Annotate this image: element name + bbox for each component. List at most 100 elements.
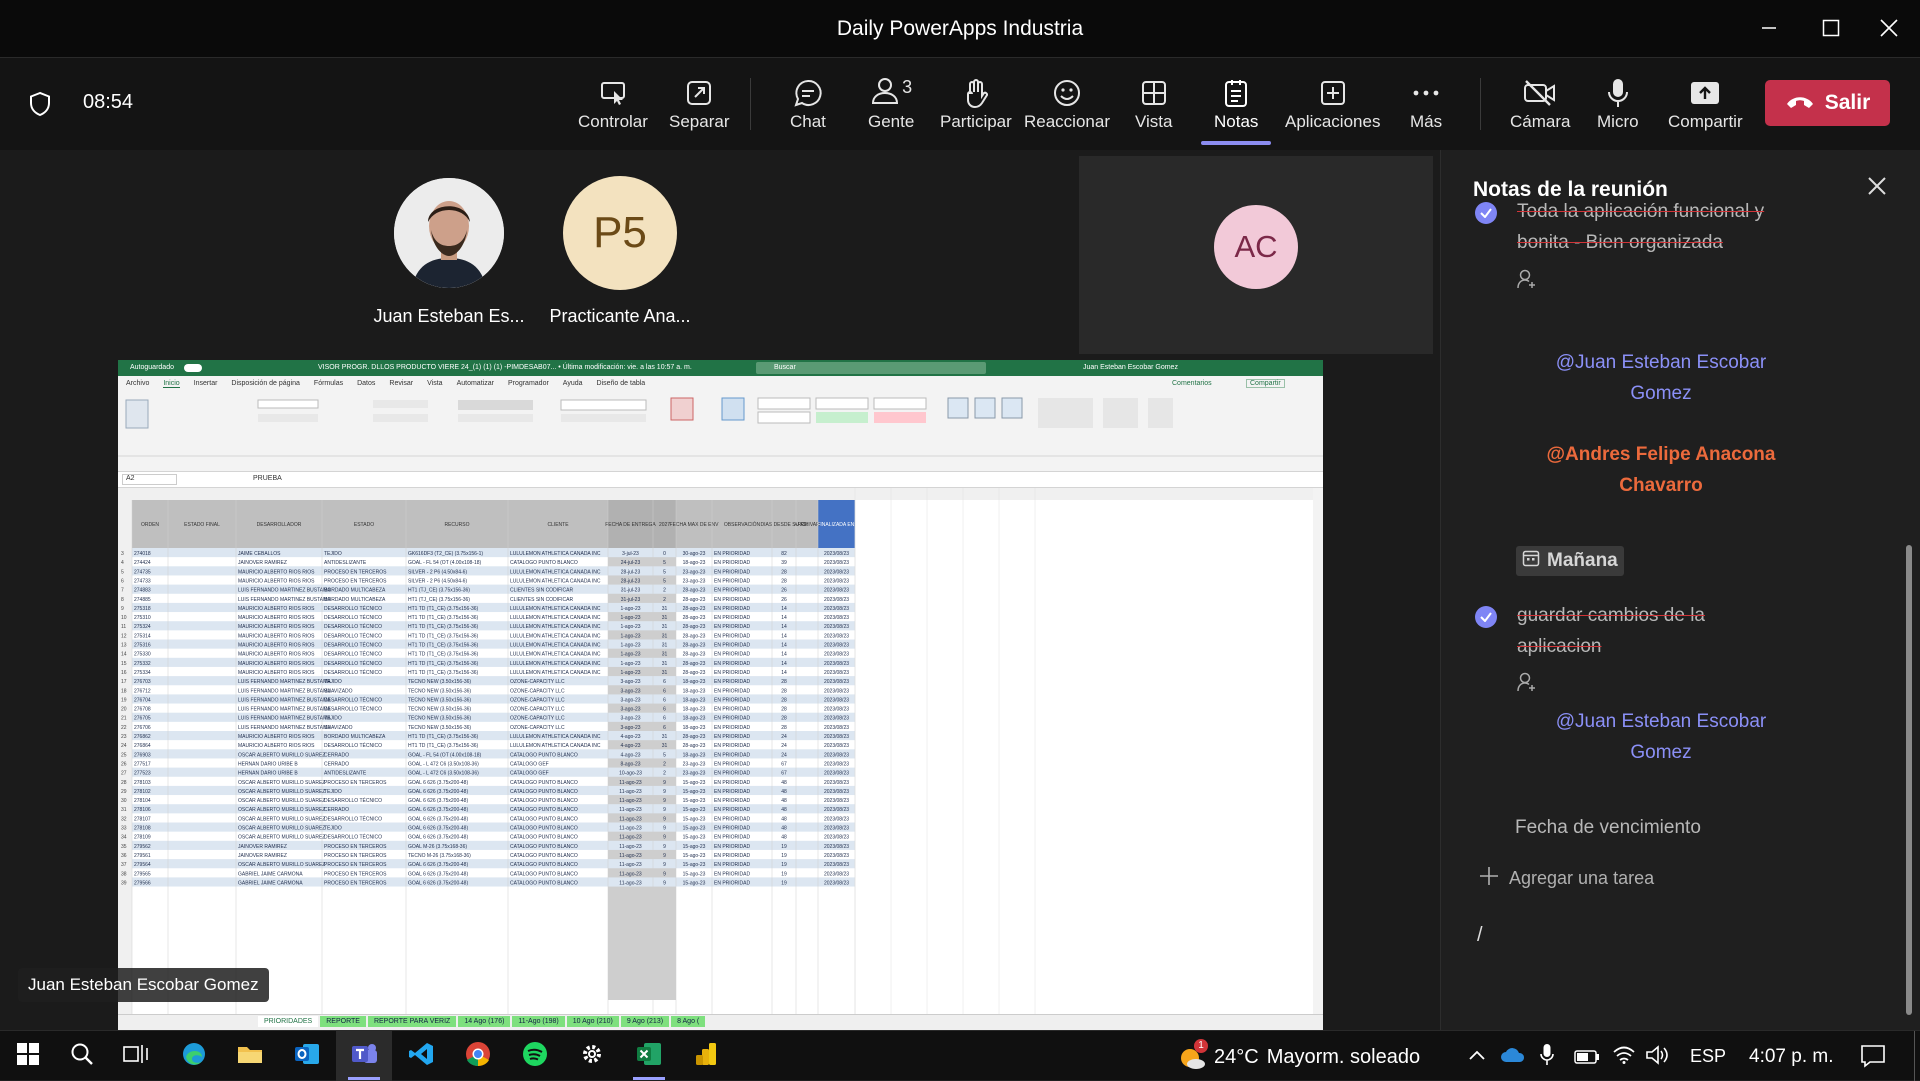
sheet-tab[interactable]: 10 Ago (210) (566, 1016, 619, 1027)
table-cell: LULULEMON ATHLETICA CANADA INC (510, 643, 601, 649)
control-button[interactable]: Controlar (578, 74, 648, 138)
excel-menu-item[interactable]: Programador (508, 380, 549, 388)
table-cell: 31 (662, 652, 668, 658)
due-date-chip[interactable]: Mañana (1516, 546, 1624, 576)
leave-button[interactable]: Salir (1765, 80, 1890, 126)
settings-app[interactable] (564, 1031, 620, 1081)
excel-menu-item[interactable]: Revisar (389, 380, 413, 388)
onedrive-icon[interactable] (1500, 1047, 1526, 1068)
start-button[interactable] (0, 1031, 56, 1081)
table-cell: GOAL - FL 54 (OT (4.00x108-18) (408, 752, 482, 758)
add-task-button[interactable]: Agregar una tarea (1479, 866, 1654, 891)
excel-menu-item[interactable]: Automatizar (457, 380, 494, 388)
sheet-tab[interactable]: 11-Ago (198) (512, 1016, 565, 1027)
participant-tile-ac[interactable]: AC (1079, 156, 1433, 354)
sheet-tab[interactable]: 14 Ago (176) (458, 1016, 511, 1027)
presenter-name-label: Juan Esteban Escobar Gomez (18, 968, 269, 1002)
table-cell: GOAL - FL 54 (OT (4.00x108-18) (408, 560, 482, 566)
maximize-button[interactable] (1808, 8, 1854, 48)
excel-app[interactable] (621, 1031, 677, 1081)
task-checked-icon[interactable] (1475, 606, 1497, 628)
weather-widget[interactable]: 1 24°C Mayorm. soleado (1178, 1039, 1420, 1071)
name-box[interactable]: A2 (122, 474, 177, 485)
mention-link[interactable]: @Juan Esteban Escobar Gomez (1541, 706, 1781, 768)
table-cell: ANTIDESLIZANTE (324, 560, 367, 566)
excel-sheet[interactable]: ORDEN ESTADO FINAL DESARROLLADOR ESTADO RECU… (118, 488, 1323, 1015)
share-button[interactable]: Compartir (1668, 74, 1743, 138)
language-indicator[interactable]: ESP (1690, 1046, 1726, 1067)
table-cell: 277517 (134, 761, 151, 767)
excel-menu-item[interactable]: Archivo (126, 380, 149, 388)
table-cell: 24 (781, 734, 787, 740)
table-cell: 48 (781, 826, 787, 832)
notes-button[interactable]: Notas (1214, 74, 1258, 138)
task-checked-icon[interactable] (1475, 202, 1497, 224)
sheet-tab[interactable]: REPORTE PARA VERIZ (367, 1016, 457, 1027)
excel-menu-item[interactable]: Insertar (194, 380, 218, 388)
wifi-icon[interactable] (1612, 1044, 1636, 1069)
close-window-button[interactable] (1866, 8, 1912, 48)
chat-button[interactable]: Chat (790, 74, 826, 138)
spotify-app[interactable] (507, 1031, 563, 1081)
formula-input[interactable]: PRUEBA (253, 475, 282, 482)
microphone-tray-icon[interactable] (1540, 1043, 1554, 1072)
minimize-button[interactable] (1746, 8, 1792, 48)
camera-button[interactable]: Cámara (1510, 74, 1570, 138)
close-icon[interactable] (1867, 176, 1887, 201)
apps-button[interactable]: Aplicaciones (1285, 74, 1380, 138)
battery-icon[interactable] (1574, 1048, 1600, 1069)
volume-icon[interactable] (1645, 1044, 1669, 1071)
excel-menu-item[interactable]: Fórmulas (314, 380, 343, 388)
powerbi-app[interactable] (678, 1031, 734, 1081)
excel-menu-item[interactable]: Datos (357, 380, 375, 388)
mention-link[interactable]: @Juan Esteban Escobar Gomez (1541, 347, 1781, 409)
assign-person-icon[interactable] (1516, 268, 1538, 295)
people-button[interactable]: 3 Gente (868, 74, 914, 138)
raise-hand-button[interactable]: Participar (940, 74, 1012, 138)
table-cell: 28 (781, 578, 787, 584)
outlook-app[interactable] (279, 1031, 335, 1081)
assign-person-icon[interactable] (1516, 671, 1538, 698)
excel-search-box[interactable]: Buscar (756, 362, 986, 374)
react-button[interactable]: Reaccionar (1024, 74, 1110, 138)
task-text[interactable]: guardar cambios de la aplicacion (1517, 600, 1767, 662)
excel-share-button[interactable]: Compartir (1246, 379, 1285, 388)
autosave-toggle[interactable] (184, 364, 202, 372)
comments-button[interactable]: Comentarios (1172, 380, 1212, 387)
file-explorer-app[interactable] (222, 1031, 278, 1081)
edge-app[interactable] (166, 1031, 222, 1081)
notes-scrollbar[interactable] (1906, 545, 1912, 1015)
teams-app[interactable] (336, 1031, 392, 1081)
participant-juan[interactable]: Juan Esteban Es... (349, 178, 549, 327)
notification-center-icon[interactable] (1860, 1044, 1886, 1073)
sheet-tab[interactable]: 8 Ago ( (671, 1016, 706, 1027)
clock[interactable]: 4:07 p. m. (1749, 1046, 1834, 1068)
vscode-app[interactable] (393, 1031, 449, 1081)
excel-menu-item[interactable]: Disposición de página (231, 380, 300, 388)
due-date-field[interactable]: Fecha de vencimiento (1515, 817, 1701, 839)
table-cell: HERNAN DARIO URIBE B (238, 761, 298, 767)
mention-link[interactable]: @Andres Felipe Anacona Chavarro (1531, 439, 1791, 501)
sheet-tab[interactable]: PRIORIDADES (258, 1016, 319, 1027)
excel-menu-item[interactable]: Inicio (163, 380, 180, 388)
excel-menu-item[interactable]: Diseño de tabla (597, 380, 646, 388)
view-button[interactable]: Vista (1135, 74, 1173, 138)
table-cell: 67 (781, 771, 787, 777)
excel-grid[interactable]: ORDEN ESTADO FINAL DESARROLLADOR ESTADO RECU… (118, 488, 1323, 1015)
excel-menu-item[interactable]: Ayuda (563, 380, 583, 388)
popout-button[interactable]: Separar (669, 74, 729, 138)
participant-practicante[interactable]: P5 Practicante Ana... (520, 176, 720, 327)
task-text[interactable]: Toda la aplicación funcional y bonita - … (1517, 196, 1817, 258)
sheet-tab[interactable]: 9 Ago (213) (620, 1016, 670, 1027)
sheet-tab[interactable]: REPORTE (320, 1016, 366, 1027)
chevron-up-icon[interactable] (1468, 1045, 1486, 1066)
search-button[interactable] (54, 1031, 110, 1081)
show-desktop-button[interactable] (1914, 1031, 1915, 1081)
notes-input[interactable]: / (1477, 924, 1483, 947)
excel-menu-item[interactable]: Vista (427, 380, 442, 388)
mic-button[interactable]: Micro (1597, 74, 1639, 138)
task-view-button[interactable] (108, 1031, 164, 1081)
more-button[interactable]: Más (1410, 74, 1442, 138)
chrome-app[interactable] (450, 1031, 506, 1081)
excel-document-title: VISOR PROGR. DLLOS PRODUCTO VIERE 24_(1)… (318, 364, 692, 371)
